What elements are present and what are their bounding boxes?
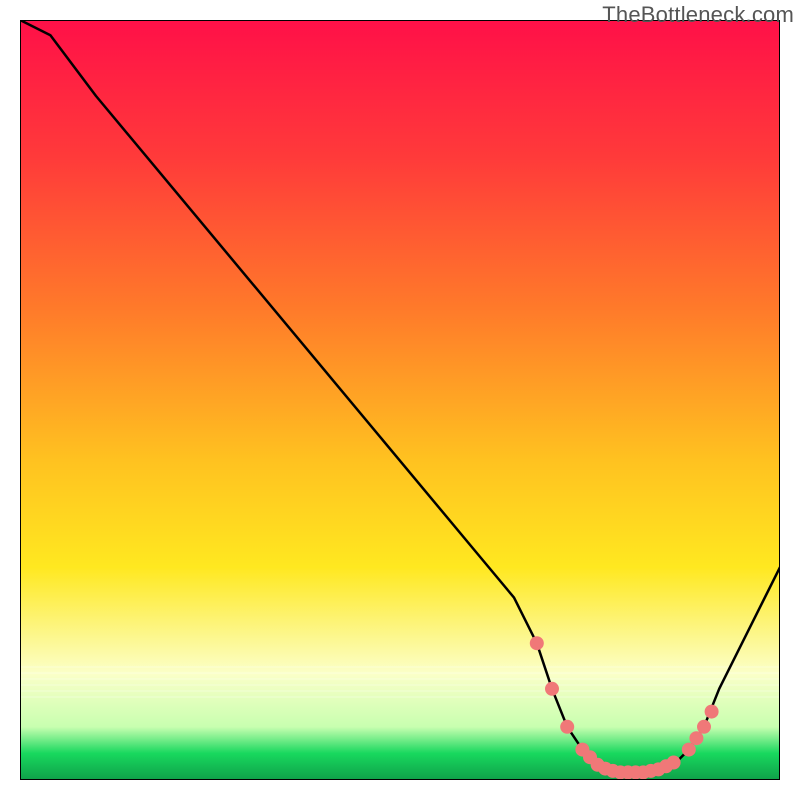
plot-area [20, 20, 780, 780]
band-stripe [20, 666, 780, 668]
chart-stage: TheBottleneck.com [0, 0, 800, 800]
bottleneck-chart [20, 20, 780, 780]
watermark-text: TheBottleneck.com [602, 2, 794, 28]
highlight-dot [560, 720, 574, 734]
band-stripe [20, 690, 780, 692]
highlight-dot [697, 720, 711, 734]
band-stripe [20, 672, 780, 674]
highlight-dot [682, 743, 696, 757]
highlight-dot [689, 731, 703, 745]
band-stripe [20, 678, 780, 680]
highlight-dot [530, 636, 544, 650]
band-stripe [20, 696, 780, 698]
band-stripe [20, 684, 780, 686]
highlight-dot [667, 756, 681, 770]
highlight-dot [545, 682, 559, 696]
highlight-dot [705, 705, 719, 719]
